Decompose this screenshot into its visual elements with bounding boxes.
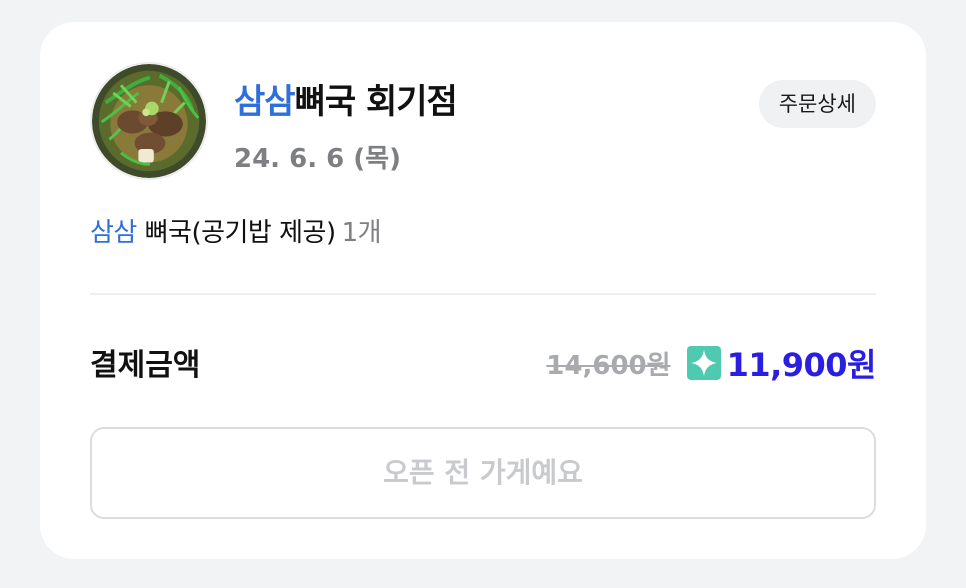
store-thumbnail-image	[90, 62, 208, 180]
store-name-highlight: 삼삼	[234, 82, 296, 122]
sparkle-badge-icon	[686, 346, 721, 380]
store-closed-button[interactable]: 오픈 전 가게예요	[90, 427, 876, 519]
store-name-rest: 뼈국 회기점	[294, 82, 458, 122]
price-group: 14,600원 11,900원	[546, 340, 877, 386]
final-price: 11,900원	[726, 346, 877, 384]
food-photo-icon	[92, 64, 206, 178]
order-card: 삼삼뼈국 회기점 24. 6. 6 (목) 주문상세 삼삼 뼈국(공기밥 제공)…	[40, 22, 926, 559]
menu-item-line: 삼삼 뼈국(공기밥 제공) 1개	[90, 212, 382, 249]
divider	[90, 293, 876, 295]
payment-label: 결제금액	[90, 348, 201, 383]
menu-name-highlight: 삼삼	[90, 218, 137, 248]
store-name: 삼삼뼈국 회기점	[234, 74, 458, 123]
menu-name-rest: 뼈국(공기밥 제공)	[136, 218, 337, 248]
original-price: 14,600원	[546, 350, 671, 381]
menu-quantity: 1개	[341, 218, 382, 248]
order-date: 24. 6. 6 (목)	[234, 144, 401, 174]
order-detail-button[interactable]: 주문상세	[758, 80, 876, 128]
